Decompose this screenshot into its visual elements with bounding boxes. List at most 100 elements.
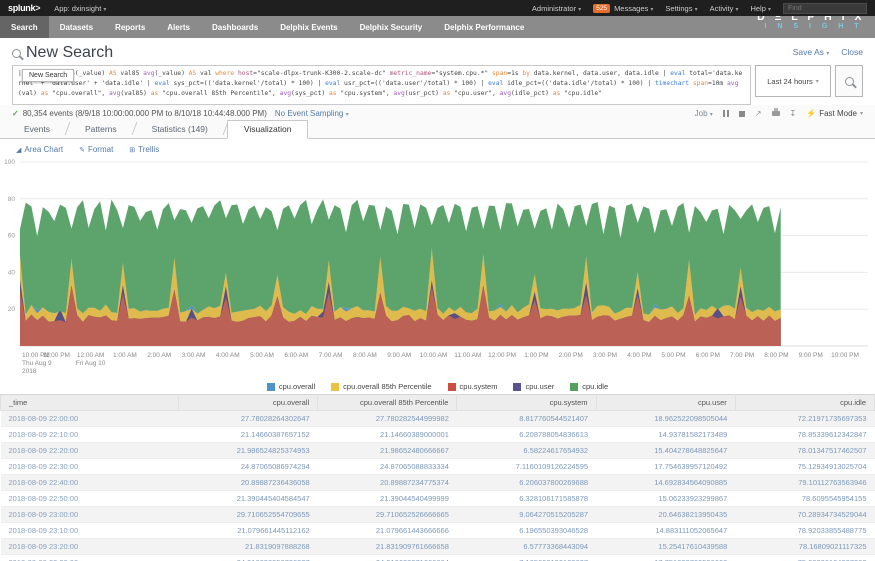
value-cell[interactable]: 78.6095545954155	[735, 491, 874, 507]
value-cell[interactable]: 21.079661443666666	[318, 523, 457, 539]
settings-menu[interactable]: Settings ▾	[665, 4, 697, 13]
tab-statistics[interactable]: Statistics (149)	[136, 121, 224, 138]
col-header-cpu-overall-85th-percentile[interactable]: cpu.overall 85th Percentile	[318, 395, 457, 411]
value-cell[interactable]: 17.751038760596668	[596, 555, 735, 561]
print-icon[interactable]	[772, 111, 780, 116]
stop-job-icon[interactable]	[739, 111, 745, 117]
legend-item-cpu-idle[interactable]: cpu.idle	[570, 382, 608, 391]
value-cell[interactable]: 6.208788054836613	[457, 427, 596, 443]
tab-visualization[interactable]: Visualization	[227, 120, 309, 139]
share-icon[interactable]: ↗	[755, 109, 762, 118]
value-cell[interactable]: 78.01347517462507	[735, 443, 874, 459]
value-cell[interactable]: 24.916638971666664	[318, 555, 457, 561]
value-cell[interactable]: 6.328106171585878	[457, 491, 596, 507]
pause-job-icon[interactable]	[723, 110, 729, 117]
search-mode-menu[interactable]: ⚡ Fast Mode ▾	[806, 109, 863, 118]
value-cell[interactable]: 75.08336104927362	[735, 555, 874, 561]
value-cell[interactable]: 21.079661445112162	[179, 523, 318, 539]
value-cell[interactable]: 21.98652480666667	[318, 443, 457, 459]
value-cell[interactable]: 20.89887236436058	[179, 475, 318, 491]
chart-canvas[interactable]: 2040608010010:00 PM11:00 PM12:00 AM1:00 …	[0, 156, 875, 376]
value-cell[interactable]: 6.58224617654932	[457, 443, 596, 459]
value-cell[interactable]: 27.78028264302647	[179, 411, 318, 427]
nav-item-dashboards[interactable]: Dashboards	[201, 16, 269, 38]
value-cell[interactable]: 21.14660389000001	[318, 427, 457, 443]
value-cell[interactable]: 79.10112763563946	[735, 475, 874, 491]
value-cell[interactable]: 70.28934734529044	[735, 507, 874, 523]
format-button[interactable]: ✎Format	[79, 145, 113, 154]
value-cell[interactable]: 78.85339612342847	[735, 427, 874, 443]
time-cell[interactable]: 2018-08-09 22:10:00	[1, 427, 179, 443]
value-cell[interactable]: 24.87065086974294	[179, 459, 318, 475]
close-button[interactable]: Close	[841, 47, 863, 57]
time-cell[interactable]: 2018-08-09 23:30:00	[1, 555, 179, 561]
nav-item-datasets[interactable]: Datasets	[49, 16, 104, 38]
value-cell[interactable]: 9.064270515205287	[457, 507, 596, 523]
value-cell[interactable]: 27.780282544999982	[318, 411, 457, 427]
value-cell[interactable]: 21.39044540499999	[318, 491, 457, 507]
administrator-menu[interactable]: Administrator ▾	[532, 4, 581, 13]
area-chart[interactable]: 2040608010010:00 PM11:00 PM12:00 AM1:00 …	[0, 156, 875, 394]
job-menu[interactable]: Job ▾	[695, 109, 713, 118]
value-cell[interactable]: 21.986524825374953	[179, 443, 318, 459]
value-cell[interactable]: 20.89887234775374	[318, 475, 457, 491]
value-cell[interactable]: 18.962522098505044	[596, 411, 735, 427]
value-cell[interactable]: 72.21971735697353	[735, 411, 874, 427]
splunk-logo[interactable]: splunk>	[8, 3, 40, 13]
app-menu[interactable]: App: dxinsight ▾	[54, 4, 106, 13]
value-cell[interactable]: 29.710652526666665	[318, 507, 457, 523]
col-header-cpu-user[interactable]: cpu.user	[596, 395, 735, 411]
col-header--time[interactable]: _time	[1, 395, 179, 411]
export-icon[interactable]: ↧	[790, 109, 797, 118]
time-cell[interactable]: 2018-08-09 22:20:00	[1, 443, 179, 459]
value-cell[interactable]: 21.390445404584547	[179, 491, 318, 507]
help-menu[interactable]: Help ▾	[750, 4, 771, 13]
col-header-cpu-system[interactable]: cpu.system	[457, 395, 596, 411]
value-cell[interactable]: 29.710652554709655	[179, 507, 318, 523]
value-cell[interactable]: 7.165600190129637	[457, 555, 596, 561]
save-as-button[interactable]: Save As ▾	[793, 47, 830, 57]
tab-patterns[interactable]: Patterns	[69, 121, 133, 138]
value-cell[interactable]: 14.883111052065647	[596, 523, 735, 539]
run-search-button[interactable]	[835, 65, 863, 97]
value-cell[interactable]: 78.92033855488775	[735, 523, 874, 539]
value-cell[interactable]: 14.93781582173489	[596, 427, 735, 443]
value-cell[interactable]: 15.06233923299867	[596, 491, 735, 507]
value-cell[interactable]: 21.831909761666658	[318, 539, 457, 555]
trellis-button[interactable]: ⊞Trellis	[129, 145, 159, 154]
legend-item-cpu-overall-85th-percentile[interactable]: cpu.overall 85th Percentile	[331, 382, 431, 391]
value-cell[interactable]: 78.16809021117325	[735, 539, 874, 555]
value-cell[interactable]: 24.87065088833334	[318, 459, 457, 475]
event-sampling-menu[interactable]: No Event Sampling ▾	[275, 109, 349, 118]
value-cell[interactable]: 21.14660387657152	[179, 427, 318, 443]
time-cell[interactable]: 2018-08-09 23:00:00	[1, 507, 179, 523]
legend-item-cpu-user[interactable]: cpu.user	[513, 382, 554, 391]
value-cell[interactable]: 6.57773368443094	[457, 539, 596, 555]
time-range-picker[interactable]: Last 24 hours▾	[755, 65, 831, 97]
value-cell[interactable]: 20.64638213950435	[596, 507, 735, 523]
value-cell[interactable]: 21.8319097888268	[179, 539, 318, 555]
time-cell[interactable]: 2018-08-09 22:40:00	[1, 475, 179, 491]
find-input[interactable]	[783, 3, 867, 14]
value-cell[interactable]: 24.916638950726327	[179, 555, 318, 561]
value-cell[interactable]: 6.196550393046528	[457, 523, 596, 539]
value-cell[interactable]: 15.404278648825647	[596, 443, 735, 459]
time-cell[interactable]: 2018-08-09 22:30:00	[1, 459, 179, 475]
nav-item-delphix-events[interactable]: Delphix Events	[269, 16, 348, 38]
value-cell[interactable]: 6.206037800269688	[457, 475, 596, 491]
col-header-cpu-overall[interactable]: cpu.overall	[179, 395, 318, 411]
search-query-input[interactable]: | mstats perc95(_value) AS val85 avg(_va…	[12, 65, 751, 105]
legend-item-cpu-overall[interactable]: cpu.overall	[267, 382, 315, 391]
time-cell[interactable]: 2018-08-09 22:50:00	[1, 491, 179, 507]
value-cell[interactable]: 14.692834564090885	[596, 475, 735, 491]
time-cell[interactable]: 2018-08-09 23:20:00	[1, 539, 179, 555]
nav-item-alerts[interactable]: Alerts	[156, 16, 201, 38]
activity-menu[interactable]: Activity ▾	[710, 4, 739, 13]
time-cell[interactable]: 2018-08-09 22:00:00	[1, 411, 179, 427]
value-cell[interactable]: 7.1160109126224595	[457, 459, 596, 475]
value-cell[interactable]: 75.12934913025704	[735, 459, 874, 475]
time-cell[interactable]: 2018-08-09 23:10:00	[1, 523, 179, 539]
value-cell[interactable]: 15.25417610439588	[596, 539, 735, 555]
value-cell[interactable]: 8.817760544521407	[457, 411, 596, 427]
legend-item-cpu-system[interactable]: cpu.system	[448, 382, 498, 391]
